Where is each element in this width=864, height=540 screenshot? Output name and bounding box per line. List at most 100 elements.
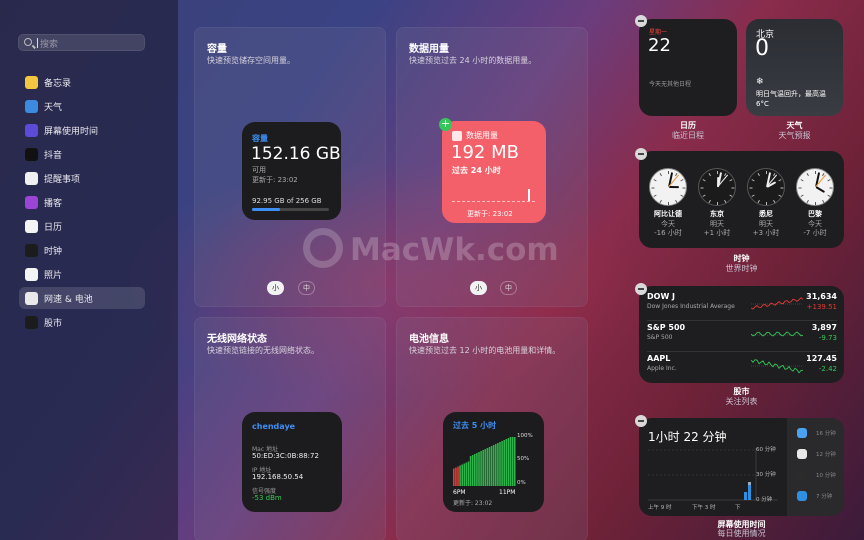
clock-tick	[766, 171, 767, 174]
app-usage-time: 10 分钟	[816, 473, 836, 479]
sidebar-item[interactable]: 抖音	[19, 143, 145, 165]
clock-tick	[729, 179, 733, 182]
sidebar-item-label: 照片	[44, 271, 63, 281]
remove-widget-icon[interactable]	[635, 148, 647, 160]
search-field[interactable]: 搜索	[18, 34, 145, 51]
stock-name: Dow Jones Industrial Average	[647, 303, 735, 310]
screen-time-y-label: 0 分钟	[756, 497, 773, 503]
screen-time-x-label: 下	[735, 505, 741, 511]
battery-bar	[499, 442, 501, 486]
stock-divider	[647, 320, 837, 321]
sidebar-item[interactable]: 提醒事项	[19, 167, 145, 189]
calendar-widget[interactable]: 星期一 22 今天无其他日程	[639, 19, 737, 116]
battery-chart	[453, 437, 516, 486]
clock-offset: +3 小时	[752, 229, 780, 237]
clock-tick	[702, 194, 706, 197]
sidebar-item[interactable]: 网速 & 电池	[19, 287, 145, 309]
stock-sparkline	[751, 331, 803, 337]
sidebar-item[interactable]: 屏幕使用时间	[19, 119, 145, 141]
analog-clock-icon	[698, 168, 736, 206]
remove-widget-icon[interactable]	[635, 15, 647, 27]
size-medium-button[interactable]: 中	[500, 281, 517, 295]
clock-tick	[717, 171, 718, 174]
screen-time-icon	[25, 124, 38, 137]
clock-tick	[751, 179, 755, 182]
calendar-day: 22	[648, 35, 671, 56]
clock-tick	[800, 179, 804, 182]
battery-bar	[484, 449, 487, 486]
battery-bar	[480, 451, 482, 486]
stock-price: 127.45	[806, 354, 837, 363]
watermark-logo	[303, 228, 343, 268]
clock-offset: -7 小时	[803, 229, 827, 237]
size-medium-button[interactable]: 中	[298, 281, 315, 295]
widget-subcaption: 每日使用情况	[717, 529, 766, 538]
battery-bar	[478, 452, 480, 486]
clock-tick	[659, 173, 662, 177]
clock-tick	[751, 194, 755, 197]
sidebar-item-label: 屏幕使用时间	[44, 127, 99, 137]
remove-widget-icon[interactable]	[635, 415, 647, 427]
size-small-button[interactable]: 小	[470, 281, 487, 295]
clock-tick	[708, 199, 711, 203]
clock-hour-hand	[815, 186, 826, 194]
panel-subtitle: 快速预览储存空间用量。	[207, 56, 295, 65]
stocks-icon	[25, 316, 38, 329]
battery-heading: 过去 5 小时	[453, 421, 497, 430]
clock-tick	[829, 187, 833, 189]
clock-tick	[773, 199, 776, 203]
wifi-status-widget[interactable]: chendaye Mac 地址 50:ED:3C:0B:88:72 IP 地址 …	[242, 412, 342, 512]
search-icon	[24, 38, 32, 46]
battery-widget[interactable]: 过去 5 小时 100% 50% 0% 6PM 11PM 更新于: 23:02	[443, 412, 544, 512]
sidebar-item[interactable]: 日历	[19, 215, 145, 237]
add-widget-icon[interactable]: +	[439, 118, 452, 131]
sidebar-item-label: 抖音	[44, 151, 63, 161]
capacity-widget[interactable]: 容量 152.16 GB 可用 更新于: 23:02 92.95 GB of 2…	[242, 122, 341, 220]
finder-icon	[797, 428, 807, 438]
sidebar-item[interactable]: 天气	[19, 95, 145, 117]
data-usage-widget[interactable]: 数据用量 192 MB 过去 24 小时 更新于: 23:02	[442, 121, 546, 223]
stock-row[interactable]: AAPL Apple Inc. 127.45 -2.42	[647, 351, 837, 382]
screen-time-x-label: 上午 9 时	[648, 505, 672, 511]
clock-tick	[668, 171, 669, 174]
stock-symbol: S&P 500	[647, 323, 686, 332]
snowflake-icon: ❄	[756, 77, 764, 87]
stock-row[interactable]: DOW J Dow Jones Industrial Average 31,634 +…	[647, 292, 837, 320]
sidebar-item-label: 日历	[44, 223, 63, 233]
stock-row[interactable]: S&P 500 S&P 500 3,897 -9.73	[647, 320, 837, 351]
battery-bar	[490, 446, 493, 486]
sidebar-item[interactable]: 备忘录	[19, 71, 145, 93]
ip-address: 192.168.50.54	[252, 473, 304, 481]
photos-icon	[25, 268, 38, 281]
battery-bar	[453, 468, 455, 486]
clock-tick	[778, 179, 782, 182]
stock-change: -9.73	[818, 334, 837, 342]
data-usage-baseline	[452, 201, 535, 202]
analog-clock-icon	[747, 168, 785, 206]
world-clock-widget[interactable]: 阿比让德 今天 -16 小时 东京 明天 +1 小时 悉尼 明天 +3 小时 巴黎 今天 -7 小时	[639, 151, 844, 248]
clock-offset: +1 小时	[703, 229, 731, 237]
terminal-icon	[797, 470, 807, 480]
clock-icon	[25, 244, 38, 257]
clock-tick	[757, 199, 760, 203]
weather-forecast: 明日气温回升，最高温 6°C	[756, 90, 826, 108]
size-small-button[interactable]: 小	[267, 281, 284, 295]
battery-bar	[495, 444, 497, 486]
widget-subcaption: 关注列表	[725, 397, 758, 406]
stock-sparkline	[751, 359, 803, 374]
weather-widget[interactable]: 北京 0 ❄ 明日气温回升，最高温 6°C	[746, 19, 843, 116]
sidebar-item[interactable]: 播客	[19, 191, 145, 213]
clock-tick	[668, 202, 669, 205]
sidebar-item[interactable]: 照片	[19, 263, 145, 285]
panel-subtitle: 快速预览过去 24 小时的数据用量。	[409, 56, 537, 65]
stocks-widget[interactable]: DOW J Dow Jones Industrial Average 31,634 +…	[639, 286, 844, 383]
battery-bar	[505, 439, 508, 486]
douyin-icon	[25, 148, 38, 161]
remove-widget-icon[interactable]	[635, 283, 647, 295]
screen-time-widget[interactable]: 1小时 22 分钟 60 分钟 30 分钟 0 分钟 上午 9 时 下午 3 时…	[639, 418, 844, 516]
clock-tick	[778, 194, 782, 197]
sidebar-item[interactable]: 时钟	[19, 239, 145, 261]
battery-bar	[503, 440, 505, 486]
sidebar-item[interactable]: 股市	[19, 311, 145, 333]
stock-change: -2.42	[818, 365, 837, 373]
